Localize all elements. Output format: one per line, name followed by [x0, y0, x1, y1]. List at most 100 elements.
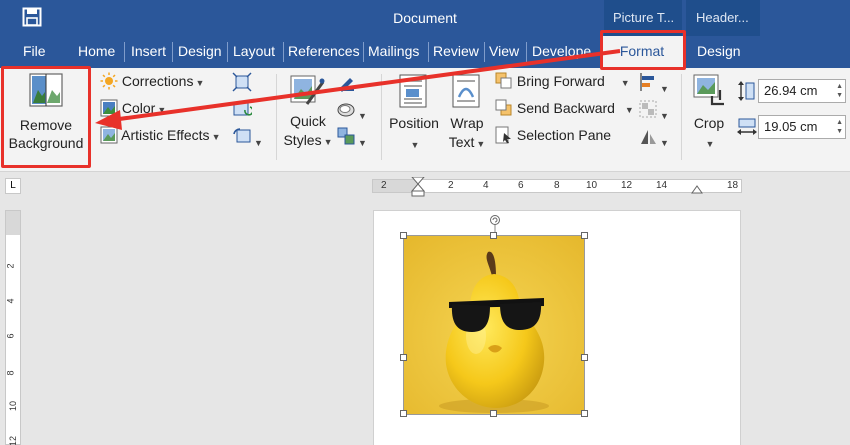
right-indent-marker-icon[interactable]: [691, 184, 703, 194]
crop-label: Crop: [693, 115, 725, 131]
resize-handle[interactable]: [400, 410, 407, 417]
artistic-effects-button[interactable]: Artistic Effects ▼: [100, 126, 220, 147]
position-label: Position: [389, 115, 439, 131]
format-tab-highlight: [600, 30, 686, 70]
quick-styles-label-2-text: Styles: [283, 132, 322, 148]
corrections-label: Corrections: [121, 73, 194, 90]
picture-border-icon[interactable]: [336, 72, 356, 92]
group-separator: [681, 74, 682, 160]
ruler-tick-label: 2: [381, 180, 387, 191]
send-backward-button[interactable]: Send Backward ▼: [495, 99, 634, 120]
resize-handle[interactable]: [490, 232, 497, 239]
color-button[interactable]: Color ▼: [100, 99, 166, 120]
header-tools-label: Header...: [696, 10, 749, 25]
align-icon: [640, 73, 654, 91]
ruler-margin: [6, 211, 20, 235]
height-spinner-icon[interactable]: ▲ ▼: [836, 82, 843, 100]
tab-file[interactable]: File: [18, 36, 51, 68]
ruler-tick-label: 4: [5, 298, 16, 304]
ruler-tick-label: 12: [621, 180, 633, 191]
ruler-tick-label: 10: [8, 400, 19, 412]
picture-effects-button[interactable]: ▼: [336, 99, 367, 122]
chevron-down-icon: ▼: [476, 139, 486, 149]
chevron-down-icon: ▼: [323, 137, 333, 147]
chevron-down-icon: ▼: [660, 111, 669, 121]
align-button[interactable]: ▼: [638, 72, 669, 95]
quick-styles-button[interactable]: Quick Styles ▼: [283, 70, 333, 152]
chevron-down-icon: ▼: [705, 139, 715, 149]
ribbon-tabs: File Home Insert Design Layout Reference…: [0, 36, 850, 68]
height-icon: [738, 81, 755, 101]
tab-separator: [124, 42, 125, 62]
color-label: Color: [121, 100, 156, 117]
remove-background-highlight: [1, 66, 91, 168]
shape-height-input[interactable]: 26.94 cm ▲ ▼: [758, 79, 846, 103]
corrections-button[interactable]: Corrections ▼: [100, 72, 204, 93]
tab-view[interactable]: View: [484, 36, 524, 68]
picture-layout-button[interactable]: ▼: [336, 126, 367, 149]
send-backward-label: Send Backward: [516, 100, 615, 117]
crop-icon: [693, 74, 724, 106]
position-button[interactable]: Position ▼: [384, 70, 444, 152]
shape-height-value: 26.94 cm: [764, 83, 818, 98]
ruler-tick-label: 2: [5, 263, 16, 269]
bring-forward-label: Bring Forward: [516, 73, 605, 90]
chevron-down-icon: ▼: [211, 132, 221, 143]
vertical-ruler[interactable]: 2 4 6 8 10 12: [5, 210, 21, 445]
wrap-text-button[interactable]: Wrap Text ▼: [445, 70, 489, 152]
wrap-text-label-2-text: Text: [448, 134, 475, 150]
quick-styles-label-1: Quick: [290, 113, 326, 129]
resize-handle[interactable]: [581, 354, 588, 361]
artistic-effects-label: Artistic Effects: [121, 127, 210, 144]
bring-forward-button[interactable]: Bring Forward ▼: [495, 72, 630, 93]
tab-stop-selector[interactable]: L: [5, 178, 21, 194]
tab-references[interactable]: References: [283, 36, 365, 68]
tab-mailings[interactable]: Mailings: [363, 36, 424, 68]
selected-picture[interactable]: [403, 235, 585, 415]
resize-handle[interactable]: [581, 410, 588, 417]
resize-handle[interactable]: [490, 410, 497, 417]
resize-handle[interactable]: [400, 354, 407, 361]
selection-pane-icon: [495, 126, 513, 147]
shape-width-value: 19.05 cm: [764, 119, 818, 134]
reset-picture-button[interactable]: ▼: [232, 126, 263, 149]
tab-design[interactable]: Design: [173, 36, 227, 68]
resize-handle[interactable]: [400, 232, 407, 239]
chevron-down-icon: ▼: [410, 140, 420, 150]
tab-developer[interactable]: Develope: [527, 36, 596, 68]
selection-pane-button[interactable]: Selection Pane: [495, 126, 611, 147]
group-button[interactable]: ▼: [638, 99, 669, 122]
rotate-button[interactable]: ▼: [638, 126, 669, 149]
crop-button[interactable]: Crop ▼: [686, 70, 732, 152]
tab-header-design[interactable]: Design: [692, 36, 746, 68]
quick-styles-label-2: Styles ▼: [283, 131, 333, 151]
indent-marker-icon[interactable]: [411, 177, 425, 197]
tab-review[interactable]: Review: [428, 36, 484, 68]
resize-handle[interactable]: [581, 232, 588, 239]
sun-icon: [100, 72, 118, 93]
horizontal-ruler[interactable]: 2 2 4 6 8 10 12 14 18: [372, 177, 742, 197]
artistic-effects-icon: [100, 126, 118, 147]
quick-styles-icon: [290, 75, 325, 105]
ruler-tick-label: 2: [448, 180, 454, 191]
chevron-down-icon: ▼: [660, 138, 669, 148]
picture-layout-icon: [337, 127, 355, 145]
group-separator: [276, 74, 277, 160]
width-spinner-icon[interactable]: ▲ ▼: [836, 118, 843, 136]
send-backward-icon: [495, 99, 513, 120]
tab-home[interactable]: Home: [73, 36, 120, 68]
ruler-tick-label: 8: [5, 370, 16, 376]
ruler-tick-label: 8: [554, 180, 560, 191]
chevron-down-icon: ▼: [620, 78, 630, 89]
ruler-tick-label: 14: [656, 180, 668, 191]
tab-layout[interactable]: Layout: [228, 36, 280, 68]
rotate-icon: [641, 130, 656, 144]
change-picture-icon[interactable]: [232, 99, 252, 119]
chevron-down-icon: ▼: [157, 105, 167, 116]
word-window: Document Picture T... Header... File Hom…: [0, 0, 850, 445]
chevron-down-icon: ▼: [195, 78, 205, 89]
tab-insert[interactable]: Insert: [126, 36, 171, 68]
compress-pictures-icon[interactable]: [232, 72, 252, 92]
ruler-tick-label: 18: [727, 180, 739, 191]
shape-width-input[interactable]: 19.05 cm ▲ ▼: [758, 115, 846, 139]
